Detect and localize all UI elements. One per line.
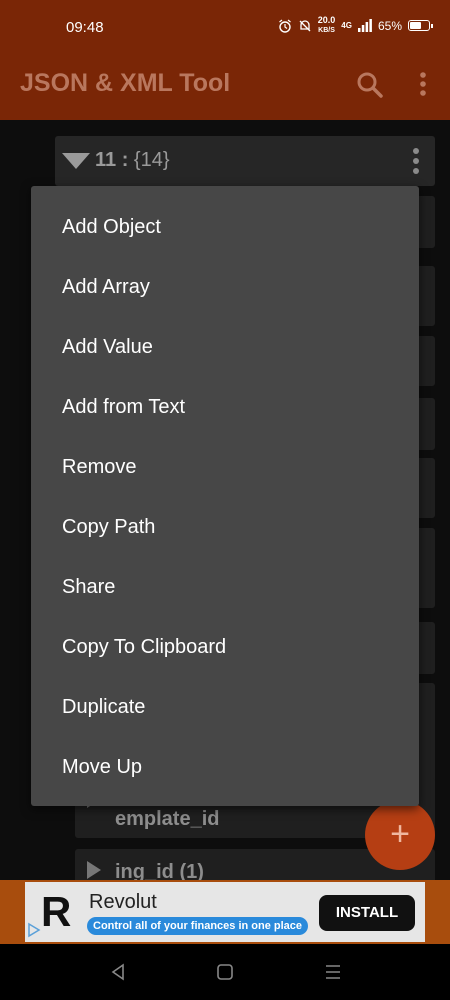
expand-right-icon <box>87 861 101 879</box>
home-icon[interactable] <box>214 962 236 982</box>
ad-logo: R <box>41 888 72 935</box>
battery-percent: 65% <box>377 18 402 33</box>
menu-item-copy-path[interactable]: Copy Path <box>31 497 419 557</box>
tree-header-label: 11 : {14} <box>95 149 170 171</box>
context-menu: Add Object Add Array Add Value Add from … <box>31 186 419 806</box>
tree-header-row[interactable]: 11 : {14} <box>55 136 435 186</box>
net-speed: 20.0 KB/S <box>317 15 336 35</box>
app-title: JSON & XML Tool <box>20 69 231 97</box>
add-fab-button[interactable]: + <box>365 800 435 870</box>
network-type: 4G <box>341 20 352 30</box>
recents-icon[interactable] <box>322 962 344 982</box>
status-time: 09:48 <box>66 19 104 36</box>
ad-install-button[interactable]: INSTALL <box>319 895 415 931</box>
ad-card[interactable]: R Revolut Control all of your finances i… <box>25 882 425 942</box>
menu-item-copy-to-clipboard[interactable]: Copy To Clipboard <box>31 617 419 677</box>
mute-bell-icon <box>299 19 311 31</box>
ad-subtitle: Control all of your finances in one plac… <box>87 917 309 935</box>
menu-item-duplicate[interactable]: Duplicate <box>31 677 419 737</box>
more-vert-icon[interactable] <box>408 70 438 100</box>
menu-item-remove[interactable]: Remove <box>31 437 419 497</box>
menu-item-add-object[interactable]: Add Object <box>31 197 419 257</box>
menu-item-add-from-text[interactable]: Add from Text <box>31 377 419 437</box>
menu-item-move-up[interactable]: Move Up <box>31 737 419 797</box>
menu-item-add-value[interactable]: Add Value <box>31 317 419 377</box>
adchoices-icon[interactable] <box>27 922 41 938</box>
ad-title: Revolut <box>89 891 157 913</box>
status-bar: 09:48 20.0 KB/S 4G 65% <box>0 0 450 48</box>
alarm-icon <box>278 19 291 33</box>
tree-row-label: emplate_id <box>115 808 220 830</box>
status-icons: 20.0 KB/S 4G 65% <box>278 15 433 35</box>
back-icon[interactable] <box>108 962 130 982</box>
system-nav-bar <box>0 944 450 1000</box>
ad-banner[interactable]: R Revolut Control all of your finances i… <box>0 880 450 944</box>
collapse-down-icon[interactable] <box>62 153 90 169</box>
menu-item-share[interactable]: Share <box>31 557 419 617</box>
row-more-icon[interactable] <box>413 148 419 174</box>
app-bar: JSON & XML Tool <box>0 48 450 120</box>
battery-icon <box>408 20 433 31</box>
signal-icon <box>357 19 372 32</box>
menu-item-add-array[interactable]: Add Array <box>31 257 419 317</box>
search-icon[interactable] <box>355 70 385 100</box>
